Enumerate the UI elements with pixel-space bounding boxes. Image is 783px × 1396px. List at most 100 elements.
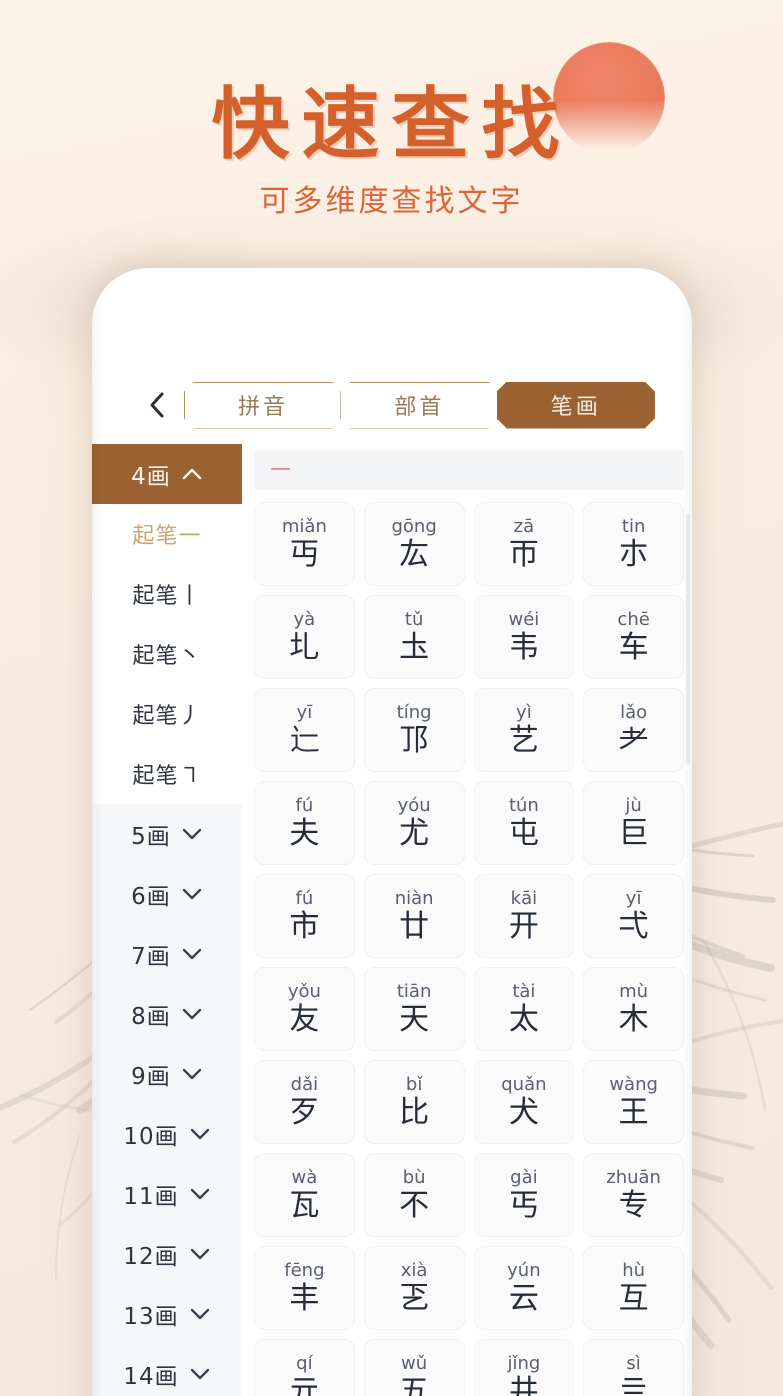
character-pinyin: wǔ bbox=[401, 1352, 428, 1374]
character-cell[interactable]: sì 亖 bbox=[583, 1339, 684, 1396]
character-glyph: 互 bbox=[618, 1281, 649, 1317]
character-glyph: 厷 bbox=[399, 537, 430, 573]
character-pinyin: tiān bbox=[396, 980, 432, 1002]
sidebar-item-起笔丶[interactable]: 起笔丶 bbox=[92, 624, 242, 684]
character-glyph: 尤 bbox=[399, 816, 430, 852]
character-cell[interactable]: dǎi 歹 bbox=[254, 1060, 355, 1144]
search-mode-tabs: 拼音 部首 笔画 bbox=[184, 382, 655, 429]
sidebar-item-11画[interactable]: 11画 bbox=[92, 1164, 242, 1224]
character-pinyin: fēng bbox=[284, 1259, 325, 1281]
character-glyph: 圠 bbox=[289, 630, 320, 666]
character-cell[interactable]: kāi 开 bbox=[473, 874, 575, 958]
panel-scrollbar[interactable] bbox=[686, 514, 690, 764]
character-cell[interactable]: bǐ 比 bbox=[363, 1060, 465, 1144]
character-cell[interactable]: zā 帀 bbox=[473, 502, 575, 586]
character-cell[interactable]: tíng 邒 bbox=[363, 688, 465, 772]
character-cell[interactable]: gōng 厷 bbox=[363, 502, 465, 586]
sidebar-item-起笔丨[interactable]: 起笔丨 bbox=[92, 564, 242, 624]
character-glyph: 亖 bbox=[618, 1374, 649, 1396]
character-cell[interactable]: xià 乤 bbox=[363, 1246, 465, 1330]
character-cell[interactable]: zhuān 专 bbox=[583, 1153, 684, 1237]
character-cell[interactable]: yì 艺 bbox=[473, 688, 575, 772]
character-glyph: 瓦 bbox=[289, 1188, 320, 1224]
sidebar-item-起笔丿[interactable]: 起笔丿 bbox=[92, 684, 242, 744]
character-cell[interactable]: miǎn 丏 bbox=[254, 502, 355, 586]
character-pinyin: gōng bbox=[391, 515, 437, 537]
character-cell[interactable]: tài 太 bbox=[473, 967, 575, 1051]
character-pinyin: gài bbox=[510, 1166, 538, 1188]
character-cell[interactable]: jù 巨 bbox=[583, 781, 684, 865]
character-cell[interactable]: yà 圠 bbox=[254, 595, 355, 679]
character-glyph: 丐 bbox=[508, 1188, 539, 1224]
sidebar-item-10画[interactable]: 10画 bbox=[92, 1104, 242, 1164]
sidebar-item-14画[interactable]: 14画 bbox=[92, 1344, 242, 1396]
character-cell[interactable]: hù 互 bbox=[583, 1246, 684, 1330]
chevron-down-icon bbox=[189, 1365, 211, 1383]
chevron-down-icon bbox=[181, 1065, 203, 1083]
character-glyph: 专 bbox=[618, 1188, 649, 1224]
tab-strokes-label: 笔画 bbox=[550, 395, 601, 420]
chevron-down-icon bbox=[189, 1185, 211, 1203]
character-glyph: 夫 bbox=[289, 816, 320, 852]
character-cell[interactable]: qí 亓 bbox=[254, 1339, 355, 1396]
character-cell[interactable]: yún 云 bbox=[473, 1246, 575, 1330]
sidebar-item-label: 14画 bbox=[123, 1364, 179, 1390]
character-pinyin: dǎi bbox=[290, 1073, 319, 1095]
character-cell[interactable]: wéi 韦 bbox=[473, 595, 575, 679]
chevron-down-icon bbox=[189, 1125, 211, 1143]
tab-pinyin-label: 拼音 bbox=[237, 395, 288, 420]
character-cell[interactable]: tiān 天 bbox=[363, 967, 465, 1051]
sidebar-item-12画[interactable]: 12画 bbox=[92, 1224, 242, 1284]
character-cell[interactable]: niàn 廿 bbox=[363, 874, 465, 958]
character-cell[interactable]: tǔ 圡 bbox=[363, 595, 465, 679]
character-cell[interactable]: wà 瓦 bbox=[254, 1153, 355, 1237]
character-cell[interactable]: tún 屯 bbox=[473, 781, 575, 865]
character-cell[interactable]: wǔ 五 bbox=[363, 1339, 465, 1396]
section-header: 一 bbox=[254, 450, 684, 490]
character-pinyin: zhuān bbox=[606, 1166, 661, 1188]
character-cell[interactable]: fú 市 bbox=[254, 874, 355, 958]
sidebar-item-9画[interactable]: 9画 bbox=[92, 1044, 242, 1104]
character-cell[interactable]: gài 丐 bbox=[473, 1153, 575, 1237]
character-cell[interactable]: yóu 尤 bbox=[363, 781, 465, 865]
character-cell[interactable]: yī 弌 bbox=[583, 874, 684, 958]
character-cell[interactable]: chē 车 bbox=[583, 595, 684, 679]
stroke-count-sidebar[interactable]: 4画起笔一 起笔丨 起笔丶 起笔丿 起笔㇕ 5画 6画 7画 8画 9画 10画 11画 12画 13画 1… bbox=[92, 444, 242, 1396]
sidebar-item-4画[interactable]: 4画 bbox=[92, 444, 242, 504]
sidebar-item-7画[interactable]: 7画 bbox=[92, 924, 242, 984]
sidebar-item-起笔一[interactable]: 起笔一 bbox=[92, 504, 242, 564]
sidebar-item-label: 4画 bbox=[131, 464, 171, 490]
character-cell[interactable]: wàng 王 bbox=[583, 1060, 684, 1144]
character-cell[interactable]: tin 朩 bbox=[583, 502, 684, 586]
tab-strokes[interactable]: 笔画 bbox=[497, 382, 655, 429]
character-cell[interactable]: mù 木 bbox=[583, 967, 684, 1051]
back-button[interactable] bbox=[140, 383, 174, 427]
sidebar-item-label: 7画 bbox=[131, 944, 171, 970]
sidebar-item-label: 12画 bbox=[123, 1244, 179, 1270]
character-pinyin: jù bbox=[625, 794, 642, 816]
sidebar-item-5画[interactable]: 5画 bbox=[92, 804, 242, 864]
character-cell[interactable]: yǒu 友 bbox=[254, 967, 355, 1051]
sidebar-item-起笔㇕[interactable]: 起笔㇕ bbox=[92, 744, 242, 804]
tab-pinyin[interactable]: 拼音 bbox=[184, 382, 342, 429]
character-pinyin: yún bbox=[507, 1259, 541, 1281]
sidebar-item-13画[interactable]: 13画 bbox=[92, 1284, 242, 1344]
tab-radical[interactable]: 部首 bbox=[340, 382, 498, 429]
character-cell[interactable]: quǎn 犬 bbox=[473, 1060, 575, 1144]
phone-mockup: 拼音 部首 笔画 4画 起笔一 起笔丨 起笔丶 起笔丿 起笔㇕ 5画 6画 7画 8画 9画 10画 1… bbox=[92, 268, 692, 1396]
character-glyph: 太 bbox=[508, 1002, 539, 1038]
sidebar-item-8画[interactable]: 8画 bbox=[92, 984, 242, 1044]
character-pinyin: niàn bbox=[394, 887, 434, 909]
character-glyph: 邒 bbox=[399, 723, 430, 759]
character-cell[interactable]: fēng 丰 bbox=[254, 1246, 355, 1330]
character-pinyin: yī bbox=[296, 701, 313, 723]
app-top-bar: 拼音 部首 笔画 bbox=[92, 368, 692, 442]
character-pinyin: tǔ bbox=[404, 608, 424, 630]
character-cell[interactable]: yī 辷 bbox=[254, 688, 355, 772]
sidebar-item-6画[interactable]: 6画 bbox=[92, 864, 242, 924]
character-cell[interactable]: jǐng 井 bbox=[473, 1339, 575, 1396]
character-cell[interactable]: lǎo 耂 bbox=[583, 688, 684, 772]
character-cell[interactable]: fú 夫 bbox=[254, 781, 355, 865]
character-glyph: 辷 bbox=[289, 723, 320, 759]
character-cell[interactable]: bù 不 bbox=[363, 1153, 465, 1237]
